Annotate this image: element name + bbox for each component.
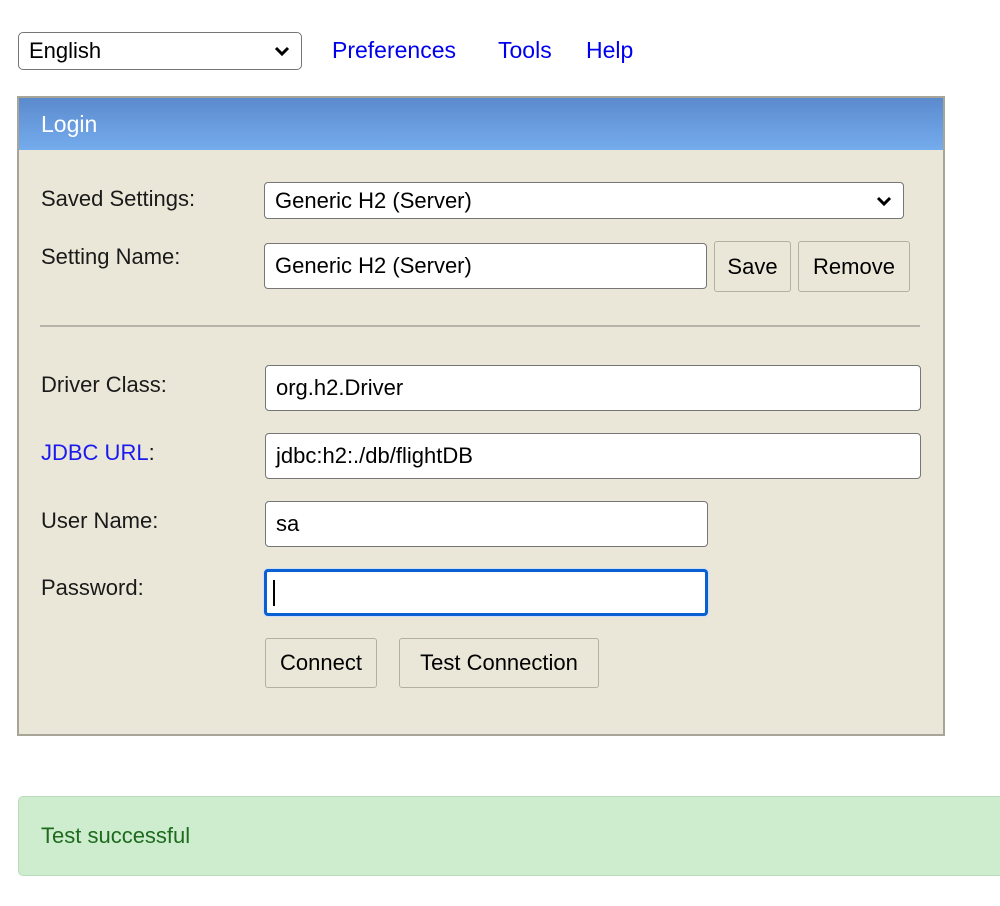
chevron-down-icon <box>876 196 892 207</box>
password-input[interactable] <box>264 569 708 616</box>
help-link[interactable]: Help <box>586 37 633 64</box>
text-caret <box>273 579 275 606</box>
setting-name-input[interactable]: Generic H2 (Server) <box>264 243 707 289</box>
saved-settings-select[interactable]: Generic H2 (Server) <box>264 182 904 219</box>
language-select-value: English <box>29 38 102 63</box>
remove-button[interactable]: Remove <box>798 241 910 292</box>
password-label: Password: <box>41 575 144 600</box>
user-name-label: User Name: <box>41 508 159 533</box>
status-message: Test successful <box>41 823 191 848</box>
user-name-value: sa <box>276 511 300 536</box>
setting-name-value: Generic H2 (Server) <box>275 253 472 278</box>
connect-button[interactable]: Connect <box>265 638 377 688</box>
divider <box>40 325 920 327</box>
panel-title: Login <box>41 111 98 137</box>
jdbc-url-input[interactable]: jdbc:h2:./db/flightDB <box>265 433 921 479</box>
tools-link[interactable]: Tools <box>498 37 552 64</box>
jdbc-url-label: JDBC URL: <box>41 440 155 466</box>
chevron-down-icon <box>274 46 290 57</box>
save-button[interactable]: Save <box>714 241 791 292</box>
test-connection-button[interactable]: Test Connection <box>399 638 599 688</box>
panel-header: Login <box>19 98 943 150</box>
jdbc-url-value: jdbc:h2:./db/flightDB <box>276 443 473 468</box>
success-banner: Test successful <box>18 796 1000 876</box>
preferences-link[interactable]: Preferences <box>332 37 456 64</box>
driver-class-input[interactable]: org.h2.Driver <box>265 365 921 411</box>
setting-name-label: Setting Name: <box>41 244 181 269</box>
user-name-input[interactable]: sa <box>265 501 708 547</box>
driver-class-value: org.h2.Driver <box>276 375 404 400</box>
language-select[interactable]: English <box>18 32 302 70</box>
jdbc-url-label-suffix: : <box>148 440 155 465</box>
driver-class-label: Driver Class: <box>41 372 167 397</box>
saved-settings-label: Saved Settings: <box>41 186 196 211</box>
saved-settings-value: Generic H2 (Server) <box>275 187 472 213</box>
jdbc-url-help-link[interactable]: JDBC URL <box>41 440 149 465</box>
